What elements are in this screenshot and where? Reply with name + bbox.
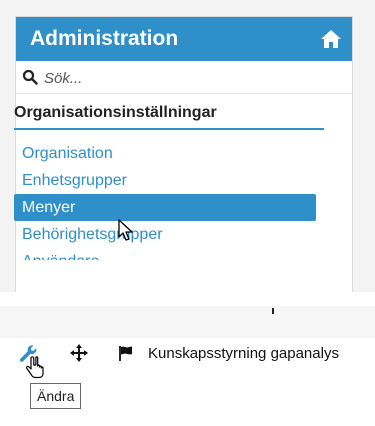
search-row (16, 61, 352, 94)
marker-tick (272, 308, 274, 314)
move-icon[interactable] (70, 344, 88, 362)
home-icon[interactable] (320, 29, 342, 49)
panel-title: Administration (30, 27, 179, 50)
row-toolbar: Kunskapsstyrning gapanalys (14, 342, 375, 366)
search-icon (22, 69, 38, 85)
menu-item-behorighetsgrupper[interactable]: Behörighetsgrupper (14, 221, 316, 248)
menu-item-enhetsgrupper[interactable]: Enhetsgrupper (14, 167, 316, 194)
menu-item-anvandare[interactable]: Användare (14, 248, 316, 260)
mouse-pointer-icon (118, 219, 133, 241)
menu-item-organisation[interactable]: Organisation (14, 140, 316, 167)
menu-item-menyer[interactable]: Menyer (14, 194, 316, 221)
section-divider (14, 128, 324, 130)
row-label[interactable]: Kunskapsstyrning gapanalys (148, 345, 339, 362)
panel-header: Administration (16, 17, 352, 61)
hand-pointer-icon (26, 356, 44, 379)
section-title: Organisationsinställningar (14, 104, 217, 121)
menu-list: Organisation Enhetsgrupper Menyer Behöri… (14, 140, 316, 260)
tooltip: Ändra (30, 383, 82, 409)
flag-icon[interactable] (118, 345, 134, 361)
search-input[interactable] (42, 65, 336, 91)
header-strip (0, 306, 375, 338)
